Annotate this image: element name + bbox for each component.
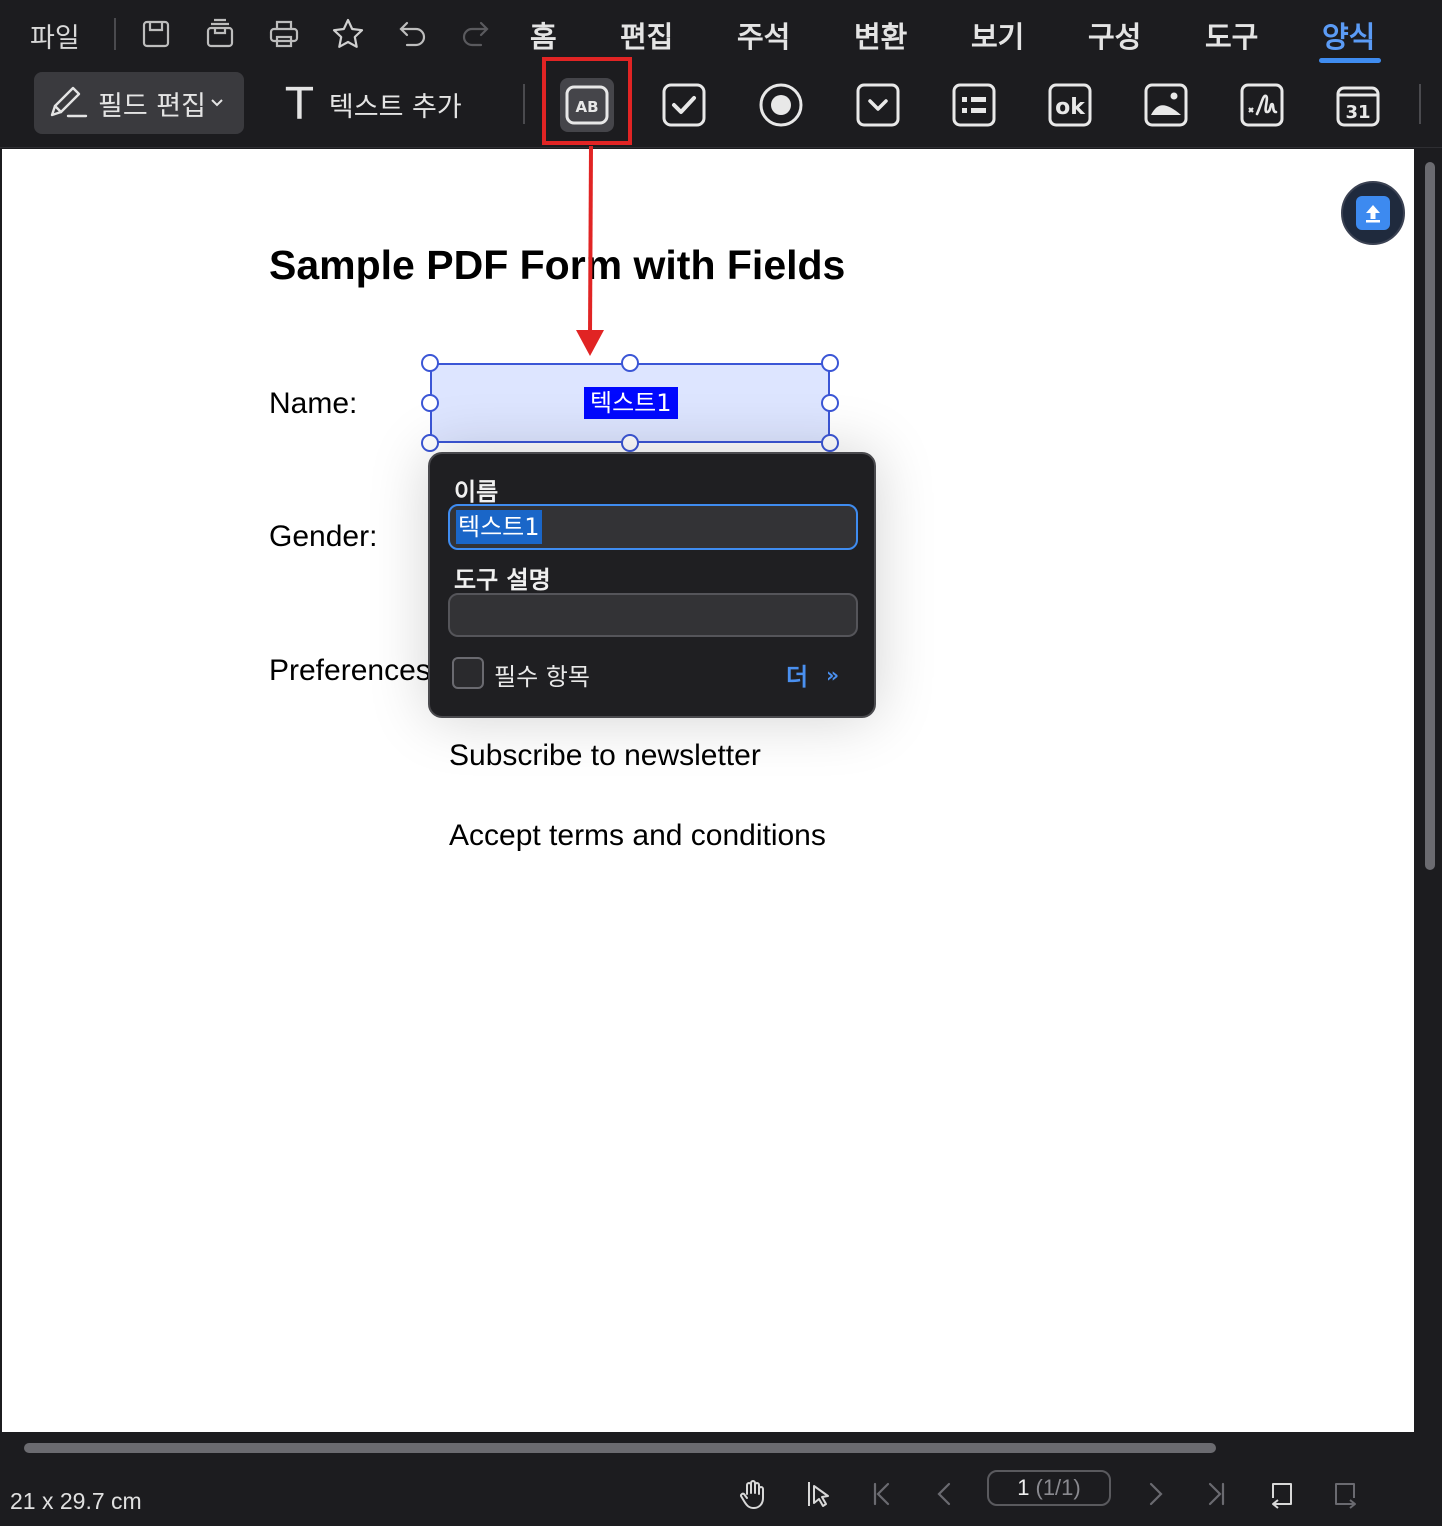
dropdown-tool[interactable] (851, 78, 905, 132)
toolbar-divider (523, 84, 525, 124)
resize-handle-bottom-left[interactable] (421, 434, 439, 452)
fit-page-icon[interactable] (1261, 1476, 1301, 1512)
field-edit-button[interactable]: 필드 편집 (34, 72, 244, 134)
accept-terms-label: Accept terms and conditions (449, 819, 826, 852)
active-tab-indicator (1319, 58, 1381, 63)
resize-handle-top[interactable] (621, 354, 639, 372)
list-box-tool-icon (952, 83, 996, 127)
tab-convert[interactable]: 변환 (854, 14, 907, 56)
next-page-icon[interactable] (1135, 1476, 1175, 1512)
dropdown-tool-icon (856, 83, 900, 127)
first-page-icon[interactable] (862, 1476, 902, 1512)
file-menu[interactable]: 파일 (30, 16, 80, 55)
chevron-down-icon (211, 99, 223, 107)
vertical-scrollbar-thumb[interactable] (1425, 162, 1435, 870)
gender-label: Gender: (269, 520, 378, 553)
annotation-highlight-box (542, 57, 632, 145)
save-icon[interactable] (136, 14, 176, 54)
subscribe-label: Subscribe to newsletter (449, 739, 761, 772)
undo-icon[interactable] (392, 14, 432, 54)
add-text-button[interactable]: T 텍스트 추가 (286, 76, 462, 132)
radio-button-tool-icon (759, 83, 803, 127)
tab-edit[interactable]: 편집 (620, 14, 673, 56)
tooltip-label: 도구 설명 (454, 566, 551, 594)
field-name-label: 이름 (454, 478, 499, 506)
more-label: 더 (786, 663, 809, 691)
status-bar: 21 x 29.7 cm 1 (1/1) (0, 1462, 1442, 1526)
fit-width-icon[interactable] (1326, 1476, 1366, 1512)
text-field-name: 텍스트1 (584, 387, 678, 419)
tab-form[interactable]: 양식 (1322, 14, 1375, 56)
pen-edit-icon (50, 86, 88, 118)
image-field-tool[interactable] (1139, 78, 1193, 132)
upload-icon (1366, 205, 1380, 223)
button-tool[interactable]: ok (1043, 78, 1097, 132)
tab-organize[interactable]: 구성 (1088, 14, 1141, 56)
last-page-icon[interactable] (1196, 1476, 1236, 1512)
resize-handle-top-right[interactable] (821, 354, 839, 372)
menu-divider (114, 18, 116, 50)
resize-handle-bottom-right[interactable] (821, 434, 839, 452)
field-name-value: 텍스트1 (456, 510, 542, 544)
field-name-input[interactable]: 텍스트1 (448, 504, 858, 550)
date-field-tool[interactable]: 31 (1331, 78, 1385, 132)
resize-handle-bottom[interactable] (621, 434, 639, 452)
resize-handle-right[interactable] (821, 394, 839, 412)
required-label: 필수 항목 (494, 663, 590, 691)
resize-handle-left[interactable] (421, 394, 439, 412)
menu-bar: 파일 홈 편집 주석 변환 보기 구성 도구 양식 (0, 0, 1442, 68)
upload-button[interactable] (1341, 181, 1405, 245)
toolbar-divider-end (1419, 84, 1421, 124)
button-tool-icon: ok (1048, 83, 1092, 127)
tab-home[interactable]: 홈 (530, 14, 557, 56)
checkbox-tool[interactable] (657, 78, 711, 132)
more-options-button[interactable]: 더 » (786, 657, 839, 692)
tab-tools[interactable]: 도구 (1205, 14, 1258, 56)
document-page[interactable]: Sample PDF Form with Fields Name: Gender… (2, 149, 1414, 1432)
current-page: 1 (1017, 1475, 1030, 1500)
star-icon[interactable] (328, 14, 368, 54)
preferences-label: Preferences: (269, 654, 440, 687)
date-field-tool-icon-label: 31 (1345, 102, 1370, 123)
app-window: 파일 홈 편집 주석 변환 보기 구성 도구 양식 필드 편집 T 텍스트 추가… (0, 0, 1442, 1526)
field-edit-label: 필드 편집 (98, 90, 206, 122)
required-checkbox[interactable] (452, 657, 484, 689)
previous-page-icon[interactable] (925, 1476, 965, 1512)
horizontal-scrollbar-thumb[interactable] (24, 1443, 1216, 1453)
tab-view[interactable]: 보기 (971, 14, 1024, 56)
button-tool-icon-label: ok (1055, 95, 1086, 120)
hand-tool-icon[interactable] (733, 1476, 773, 1512)
image-field-tool-icon (1144, 83, 1188, 127)
name-text-field[interactable]: 텍스트1 (430, 363, 830, 443)
add-text-label: 텍스트 추가 (328, 91, 462, 123)
redo-icon[interactable] (456, 14, 496, 54)
resize-handle-top-left[interactable] (421, 354, 439, 372)
text-tool-icon: T (286, 78, 313, 130)
radio-button-tool[interactable] (754, 78, 808, 132)
field-properties-popup: 이름 텍스트1 도구 설명 필수 항목 더 » (428, 452, 876, 718)
page-size: 21 x 29.7 cm (10, 1488, 142, 1514)
annotation-arrow (576, 145, 604, 356)
name-label: Name: (269, 387, 358, 420)
page-total: (1/1) (1035, 1475, 1081, 1500)
save-as-icon[interactable] (200, 14, 240, 54)
form-toolbar: 필드 편집 T 텍스트 추가 AB ok 31 (0, 68, 1442, 148)
checkbox-tool-icon (662, 83, 706, 127)
document-title: Sample PDF Form with Fields (269, 242, 846, 288)
signature-field-tool-icon (1240, 83, 1284, 127)
date-field-tool-icon: 31 (1336, 86, 1380, 127)
signature-field-tool[interactable] (1235, 78, 1289, 132)
double-chevron-right-icon: » (826, 662, 840, 687)
print-icon[interactable] (264, 14, 304, 54)
tab-annotate[interactable]: 주석 (737, 14, 790, 56)
select-tool-icon[interactable] (797, 1476, 837, 1512)
tooltip-input[interactable] (448, 593, 858, 637)
list-box-tool[interactable] (947, 78, 1001, 132)
page-indicator[interactable]: 1 (1/1) (987, 1470, 1111, 1506)
